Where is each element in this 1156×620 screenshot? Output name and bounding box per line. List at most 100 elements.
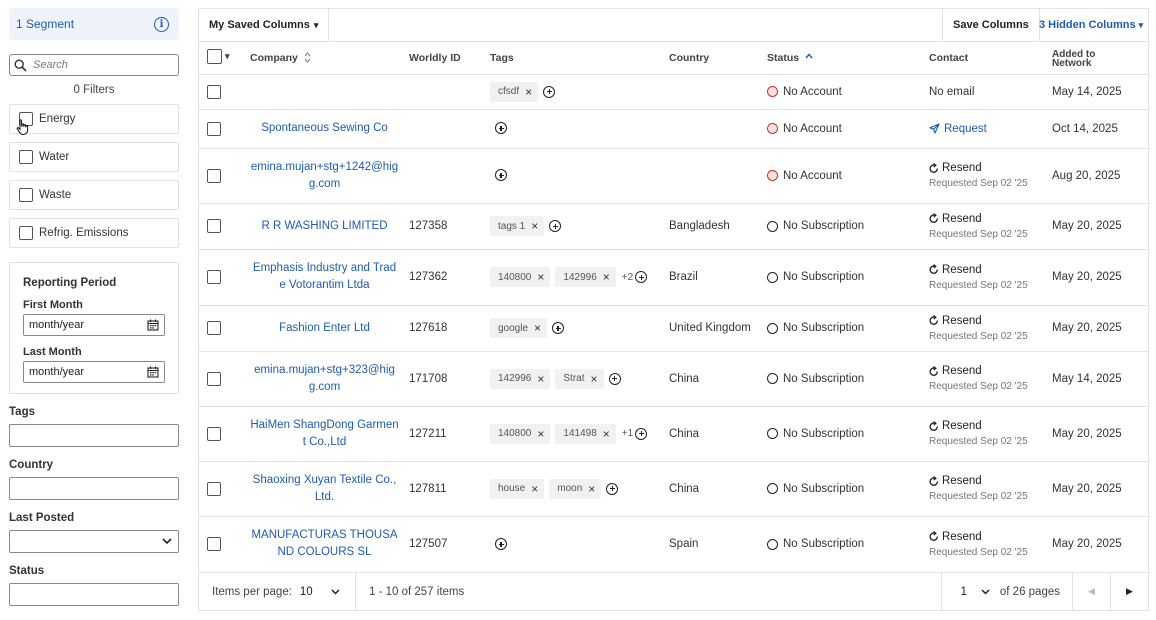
select-all-checkbox[interactable] bbox=[207, 48, 222, 64]
add-tag-icon[interactable] bbox=[606, 482, 619, 495]
water-checkbox[interactable] bbox=[19, 150, 33, 164]
remove-tag-icon[interactable]: × bbox=[537, 270, 544, 284]
table-row[interactable]: emina.mujan+stg+323@higg.com 171708 142996… bbox=[199, 351, 1148, 407]
company-link[interactable]: Spontaneous Sewing Co bbox=[261, 120, 388, 137]
resend-link[interactable]: Resend bbox=[929, 365, 1052, 377]
segment-selector[interactable]: 1 Segment i bbox=[9, 8, 179, 40]
add-tag-icon[interactable] bbox=[635, 271, 648, 283]
row-checkbox[interactable] bbox=[207, 481, 221, 496]
company-link[interactable]: Shaoxing Xuyan Textile Co., Ltd. bbox=[250, 472, 399, 506]
table-row[interactable]: HaiMen ShangDong Garment Co.,Ltd 127211 14… bbox=[199, 406, 1148, 462]
resend-link[interactable]: Resend bbox=[929, 162, 1052, 174]
remove-tag-icon[interactable]: × bbox=[603, 427, 610, 441]
tags-header[interactable]: Tags bbox=[490, 42, 669, 75]
company-link[interactable]: R R WASHING LIMITED bbox=[261, 218, 387, 235]
calendar-icon[interactable] bbox=[147, 366, 159, 378]
status-input[interactable] bbox=[9, 583, 179, 606]
resend-link[interactable]: Resend bbox=[929, 315, 1052, 327]
row-checkbox[interactable] bbox=[207, 371, 221, 386]
filter-waste[interactable]: Waste bbox=[9, 180, 179, 210]
chevron-down-icon[interactable]: ▾ bbox=[225, 51, 230, 62]
table-row[interactable]: cfsdf × No Account No email May 14, 2025 bbox=[199, 74, 1148, 110]
remove-tag-icon[interactable]: × bbox=[537, 427, 544, 441]
save-columns-button[interactable]: Save Columns bbox=[942, 9, 1040, 41]
table-row[interactable]: Spontaneous Sewing Co No Account Request Oc… bbox=[199, 109, 1148, 149]
resend-link[interactable]: Resend bbox=[929, 475, 1052, 487]
company-link[interactable]: emina.mujan+stg+1242@higg.com bbox=[250, 159, 399, 193]
row-checkbox[interactable] bbox=[207, 121, 221, 136]
sort-icon[interactable] bbox=[304, 52, 311, 64]
resend-link[interactable]: Resend bbox=[929, 213, 1052, 225]
company-link[interactable]: emina.mujan+stg+323@higg.com bbox=[250, 362, 399, 396]
remove-tag-icon[interactable]: × bbox=[531, 482, 538, 496]
sort-ascending-icon[interactable] bbox=[805, 53, 813, 59]
refrig-emissions-checkbox[interactable] bbox=[19, 226, 33, 240]
row-checkbox[interactable] bbox=[207, 321, 221, 335]
row-checkbox[interactable] bbox=[207, 426, 221, 441]
first-month-label: First Month bbox=[23, 299, 83, 311]
resend-link[interactable]: Resend bbox=[929, 420, 1052, 432]
worldly-id-header[interactable]: Worldly ID bbox=[409, 42, 490, 75]
table-row[interactable]: emina.mujan+stg+1242@higg.com No Account R… bbox=[199, 148, 1148, 204]
waste-checkbox[interactable] bbox=[19, 188, 33, 202]
status-header[interactable]: Status bbox=[767, 42, 929, 75]
row-checkbox[interactable] bbox=[207, 84, 221, 99]
table-row[interactable]: Fashion Enter Ltd 127618 google × United Kin… bbox=[199, 305, 1148, 352]
remove-tag-icon[interactable]: × bbox=[603, 270, 610, 284]
select-all-header[interactable]: ▾ bbox=[199, 42, 246, 75]
first-month-input[interactable]: month/year bbox=[23, 314, 165, 336]
hidden-columns-dropdown[interactable]: 3 Hidden Columns ▾ bbox=[1039, 9, 1143, 41]
resend-link[interactable]: Resend bbox=[929, 531, 1052, 543]
add-tag-icon[interactable] bbox=[608, 372, 621, 385]
next-page-button[interactable]: ▶ bbox=[1110, 573, 1148, 610]
row-checkbox[interactable] bbox=[207, 219, 221, 233]
row-checkbox[interactable] bbox=[207, 537, 221, 551]
company-link[interactable]: Emphasis Industry and Trade Votorantim L… bbox=[250, 260, 399, 294]
remove-tag-icon[interactable]: × bbox=[537, 372, 544, 386]
last-posted-select[interactable] bbox=[9, 530, 179, 553]
add-tag-icon[interactable] bbox=[635, 427, 648, 440]
remove-tag-icon[interactable]: × bbox=[525, 85, 532, 99]
filter-refrig-emissions[interactable]: Refrig. Emissions bbox=[9, 218, 179, 248]
table-row[interactable]: MANUFACTURAS THOUSAND COLOURS SL 127507 Sp… bbox=[199, 516, 1148, 573]
table-row[interactable]: R R WASHING LIMITED 127358 tags 1 × Banglade… bbox=[199, 203, 1148, 250]
previous-page-button[interactable]: ◀ bbox=[1072, 573, 1110, 610]
add-tag-icon[interactable] bbox=[495, 122, 507, 135]
resend-link[interactable]: Resend bbox=[929, 264, 1052, 276]
company-header[interactable]: Company bbox=[246, 42, 409, 75]
remove-tag-icon[interactable]: × bbox=[531, 219, 538, 233]
add-tag-icon[interactable] bbox=[552, 322, 565, 334]
search-input[interactable] bbox=[33, 59, 163, 71]
tags-input[interactable] bbox=[9, 424, 179, 447]
contact-header[interactable]: Contact bbox=[929, 42, 1052, 75]
info-icon[interactable]: i bbox=[154, 16, 169, 32]
row-checkbox[interactable] bbox=[207, 270, 221, 284]
more-tags-count[interactable]: +1 bbox=[622, 428, 633, 439]
row-checkbox[interactable] bbox=[207, 168, 221, 183]
company-link[interactable]: HaiMen ShangDong Garment Co.,Ltd bbox=[250, 417, 399, 451]
filter-energy[interactable]: Energy bbox=[9, 104, 179, 134]
company-link[interactable]: Fashion Enter Ltd bbox=[279, 320, 370, 337]
table-row[interactable]: Emphasis Industry and Trade Votorantim L… bbox=[199, 249, 1148, 306]
added-to-network-header[interactable]: Added to Network bbox=[1052, 42, 1148, 75]
page-select[interactable]: 1 bbox=[941, 573, 999, 610]
add-tag-icon[interactable] bbox=[543, 85, 556, 98]
remove-tag-icon[interactable]: × bbox=[591, 372, 598, 386]
calendar-icon[interactable] bbox=[147, 319, 159, 331]
add-tag-icon[interactable] bbox=[549, 220, 562, 232]
items-per-page-select[interactable]: 10 bbox=[300, 586, 340, 598]
company-link[interactable]: MANUFACTURAS THOUSAND COLOURS SL bbox=[250, 527, 399, 561]
table-row[interactable]: Shaoxing Xuyan Textile Co., Ltd. 127811 ho… bbox=[199, 461, 1148, 517]
saved-columns-dropdown[interactable]: My Saved Columns ▾ bbox=[199, 9, 330, 41]
filter-water[interactable]: Water bbox=[9, 142, 179, 172]
last-month-input[interactable]: month/year bbox=[23, 361, 165, 383]
country-input[interactable] bbox=[9, 477, 179, 500]
request-link[interactable]: Request bbox=[929, 123, 1052, 135]
more-tags-count[interactable]: +2 bbox=[622, 272, 633, 283]
search-box[interactable] bbox=[9, 54, 179, 76]
add-tag-icon[interactable] bbox=[495, 169, 507, 182]
country-header[interactable]: Country bbox=[669, 42, 767, 75]
add-tag-icon[interactable] bbox=[495, 537, 507, 550]
remove-tag-icon[interactable]: × bbox=[534, 321, 541, 335]
remove-tag-icon[interactable]: × bbox=[588, 482, 595, 496]
